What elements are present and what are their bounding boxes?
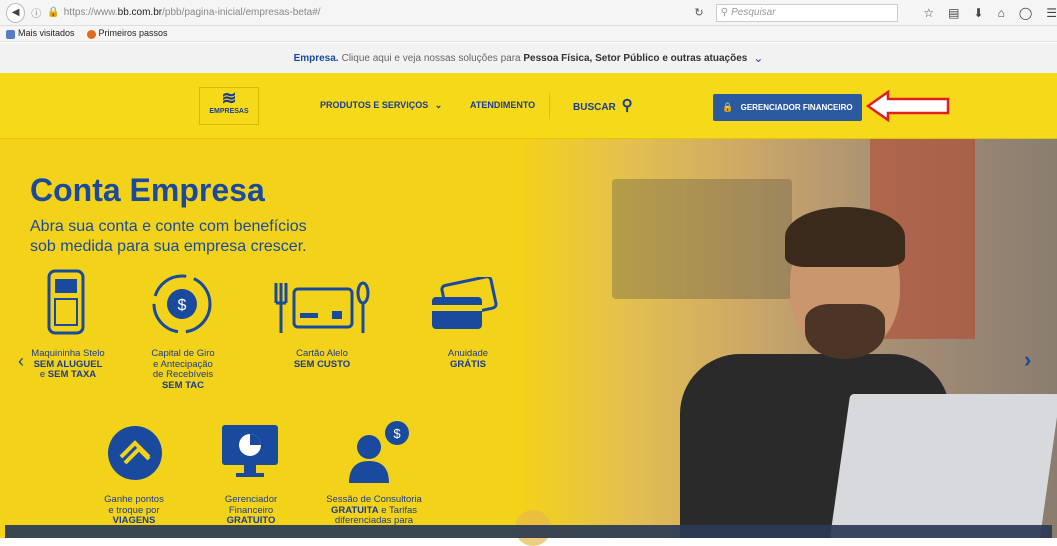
search-label: BUSCAR bbox=[573, 102, 616, 113]
browser-toolbar: ◀ ⓘ 🔒 https://www. bb.com.br/pbb/pagina-i… bbox=[0, 0, 1057, 26]
laptop-photo bbox=[829, 394, 1057, 538]
feature-line: de Recebíveis bbox=[152, 369, 214, 380]
feature-line: Maquininha Stelo bbox=[31, 348, 105, 359]
star-icon[interactable]: ☆ bbox=[923, 6, 934, 20]
bookmark-getting-started[interactable]: Primeiros passos bbox=[86, 28, 168, 39]
feature-highlight: SEM CUSTO bbox=[293, 358, 351, 370]
browser-search-input[interactable]: ⚲ Pesquisar bbox=[715, 3, 899, 22]
money-cycle-icon: $ bbox=[152, 274, 212, 334]
bottom-notification-bar bbox=[5, 525, 1052, 538]
feature-consultoria[interactable]: Sessão de Consultoria GRATUITA e Tarifas… bbox=[312, 494, 436, 527]
url-prefix: https://www. bbox=[63, 7, 118, 18]
bb-empresas-logo[interactable]: ≋ EMPRESAS bbox=[199, 87, 259, 125]
points-coin-icon bbox=[108, 426, 162, 480]
bookmark-label: Mais visitados bbox=[18, 28, 75, 39]
hero-subtitle-line: Abra sua conta e conte com benefícios bbox=[30, 218, 307, 235]
pocket-icon[interactable]: ◯ bbox=[1019, 6, 1032, 20]
firefox-icon bbox=[86, 29, 96, 39]
red-arrow-annotation bbox=[866, 90, 950, 122]
button-label: GERENCIADOR FINANCEIRO bbox=[740, 103, 853, 112]
segment-brand: Empresa. bbox=[293, 52, 339, 64]
url-bar[interactable]: 🔒 https://www. bb.com.br/pbb/pagina-inici… bbox=[47, 4, 690, 22]
url-path: /pbb/pagina-inicial/empresas-beta#/ bbox=[162, 7, 321, 18]
url-domain: bb.com.br bbox=[117, 7, 163, 18]
clipboard-icon[interactable]: ▤ bbox=[948, 6, 959, 20]
feature-line: e bbox=[39, 369, 46, 380]
download-icon[interactable]: ⬇ bbox=[974, 6, 984, 20]
feature-stelo[interactable]: Maquininha Stelo SEM ALUGUEL e SEM TAXA bbox=[20, 348, 116, 381]
hero-subtitle-line: sob medida para sua empresa crescer. bbox=[30, 238, 307, 255]
slide-next-icon[interactable]: › bbox=[1024, 347, 1031, 373]
segment-selector-strip[interactable]: Empresa. Clique aqui e veja nossas soluç… bbox=[0, 43, 1057, 73]
home-icon[interactable]: ⌂ bbox=[998, 6, 1005, 20]
consultant-icon: $ bbox=[349, 421, 409, 483]
chevron-down-icon: ⌄ bbox=[434, 100, 443, 110]
search-placeholder: Pesquisar bbox=[731, 7, 776, 18]
feature-anuidade[interactable]: Anuidade GRÁTIS bbox=[420, 348, 516, 370]
info-icon[interactable]: ⓘ bbox=[31, 5, 41, 20]
card-machine-icon bbox=[47, 269, 85, 335]
lock-icon: 🔒 bbox=[722, 102, 734, 112]
feature-gerenciador[interactable]: Gerenciador Financeiro GRATUITO bbox=[203, 494, 299, 527]
feature-alelo[interactable]: Cartão Alelo SEM CUSTO bbox=[272, 348, 372, 370]
menu-search[interactable]: BUSCAR ⚲ bbox=[573, 96, 633, 114]
feature-highlight: GRATUITA bbox=[330, 504, 379, 516]
menu-icon[interactable]: ☰ bbox=[1046, 6, 1057, 20]
chalkboard-photo-element bbox=[612, 179, 792, 299]
bookmark-label: Primeiros passos bbox=[98, 28, 168, 39]
monitor-chart-icon bbox=[222, 425, 278, 477]
chevron-down-icon[interactable]: ⌄ bbox=[753, 51, 763, 65]
hero-subtitle: Abra sua conta e conte com benefícios so… bbox=[30, 217, 350, 257]
menu-atendimento[interactable]: ATENDIMENTO bbox=[470, 100, 535, 110]
credit-cards-icon bbox=[432, 277, 498, 329]
svg-text:$: $ bbox=[178, 297, 187, 314]
feature-highlight: SEM TAC bbox=[161, 379, 205, 391]
hero-banner[interactable]: Conta Empresa Abra sua conta e conte com… bbox=[0, 139, 1057, 538]
feature-capital-giro[interactable]: Capital de Giro e Antecipação de Recebív… bbox=[135, 348, 231, 391]
bookmark-folder-icon bbox=[6, 29, 15, 39]
card-cutlery-icon bbox=[274, 281, 370, 333]
bb-logo-mark-icon: ≋ bbox=[221, 88, 237, 108]
search-icon: ⚲ bbox=[621, 97, 633, 114]
hero-title: Conta Empresa bbox=[30, 172, 265, 208]
segment-bold: Pessoa Física, Setor Público e outras at… bbox=[523, 52, 748, 64]
menu-products-services[interactable]: PRODUTOS E SERVIÇOS ⌄ bbox=[320, 100, 442, 111]
person-beard-photo bbox=[805, 304, 885, 359]
menu-label: PRODUTOS E SERVIÇOS bbox=[320, 100, 429, 110]
feature-line: Ganhe pontos bbox=[104, 494, 164, 505]
feature-line: e Tarifas bbox=[381, 504, 418, 516]
search-icon: ⚲ bbox=[720, 7, 729, 18]
reload-icon[interactable]: ↻ bbox=[694, 6, 709, 19]
person-hair-photo bbox=[785, 207, 905, 267]
feature-highlight: GRÁTIS bbox=[450, 358, 486, 370]
site-header: ≋ EMPRESAS PRODUTOS E SERVIÇOS ⌄ ATENDIM… bbox=[0, 73, 1057, 139]
feature-pontos[interactable]: Ganhe pontos e troque por VIAGENS bbox=[86, 494, 182, 527]
feature-line: Capital de Giro bbox=[151, 348, 215, 359]
lock-icon: 🔒 bbox=[47, 7, 60, 18]
slide-prev-icon[interactable]: ‹ bbox=[18, 351, 24, 372]
logo-word: EMPRESAS bbox=[209, 108, 249, 115]
bookmarks-bar: Mais visitados Primeiros passos bbox=[0, 26, 1057, 42]
header-divider bbox=[549, 93, 550, 119]
feature-line: Cartão Alelo bbox=[296, 348, 348, 359]
segment-text: Clique aqui e veja nossas soluções para bbox=[341, 52, 521, 64]
back-icon[interactable]: ◀ bbox=[6, 2, 26, 23]
feature-line: Anuidade bbox=[447, 348, 489, 359]
feature-line: Gerenciador bbox=[224, 494, 278, 505]
feature-highlight: SEM TAXA bbox=[47, 369, 97, 380]
gerenciador-financeiro-button[interactable]: 🔒 GERENCIADOR FINANCEIRO bbox=[713, 94, 862, 121]
svg-text:$: $ bbox=[393, 426, 401, 441]
bookmark-most-visited[interactable]: Mais visitados bbox=[6, 28, 75, 39]
